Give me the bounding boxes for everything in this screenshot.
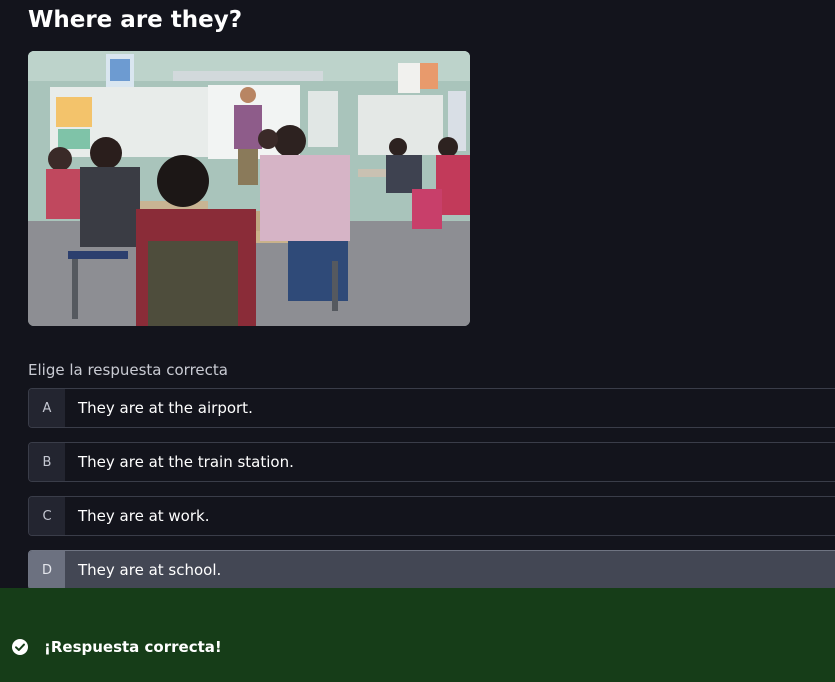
answer-option-c[interactable]: C They are at work. (28, 496, 835, 536)
answer-option-d[interactable]: D They are at school. (28, 550, 835, 590)
answer-option-a[interactable]: A They are at the airport. (28, 388, 835, 428)
answer-text: They are at the train station. (78, 453, 294, 471)
instruction-label: Elige la respuesta correcta (28, 361, 228, 379)
answer-text: They are at work. (78, 507, 210, 525)
question-title: Where are they? (28, 7, 243, 33)
answer-option-b[interactable]: B They are at the train station. (28, 442, 835, 482)
feedback-message: ¡Respuesta correcta! (44, 638, 222, 656)
answer-text: They are at school. (78, 561, 222, 579)
answer-text: They are at the airport. (78, 399, 253, 417)
answer-letter: D (29, 551, 65, 589)
classroom-image (28, 51, 470, 326)
answer-letter: C (29, 497, 65, 535)
answer-letter: A (29, 389, 65, 427)
feedback-bar: ¡Respuesta correcta! (0, 588, 835, 682)
classroom-photo-illustration (28, 51, 470, 326)
check-circle-icon (12, 639, 28, 655)
answer-letter: B (29, 443, 65, 481)
